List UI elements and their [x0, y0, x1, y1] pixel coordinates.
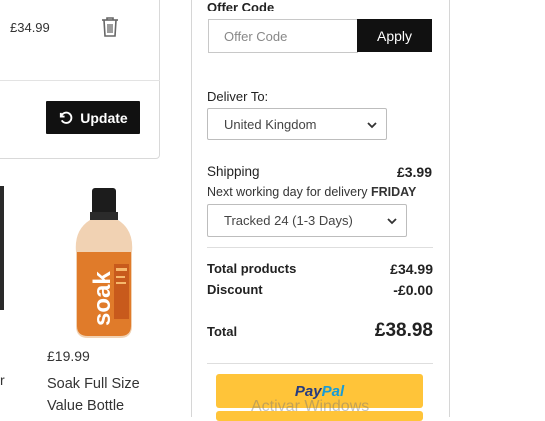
- total-products-label: Total products: [207, 261, 297, 276]
- country-selected-value: United Kingdom: [224, 116, 317, 132]
- partial-product-image: [0, 186, 4, 310]
- product-name-line1: Soak Full Size: [47, 376, 140, 392]
- product-name-line2: Value Bottle: [47, 398, 125, 414]
- product-price: £19.99: [47, 348, 90, 364]
- update-button[interactable]: Update: [46, 101, 140, 134]
- shipping-method-select[interactable]: Tracked 24 (1-3 Days): [207, 204, 407, 237]
- delivery-note-text: Next working day for delivery: [207, 185, 368, 199]
- apply-button[interactable]: Apply: [357, 19, 432, 52]
- discount-label: Discount: [207, 282, 263, 297]
- chevron-down-icon: [387, 218, 397, 225]
- shipping-method-value: Tracked 24 (1-3 Days): [224, 213, 353, 228]
- trash-icon[interactable]: [100, 16, 120, 38]
- refresh-icon: [60, 111, 73, 124]
- delivery-day: FRIDAY: [370, 185, 417, 199]
- partial-product-text: r: [0, 372, 5, 388]
- shipping-value: £3.99: [396, 164, 432, 180]
- total-products-value: £34.99: [390, 261, 433, 277]
- country-select[interactable]: United Kingdom: [207, 108, 387, 140]
- basket-divider: [0, 80, 160, 81]
- divider: [207, 363, 433, 364]
- shipping-label: Shipping: [207, 164, 260, 179]
- panel-border-right: [449, 0, 450, 417]
- total-label: Total: [207, 324, 238, 339]
- offer-code-placeholder: Offer Code: [224, 28, 288, 44]
- paypal-logo-pal: Pal: [321, 382, 345, 400]
- product-name-link[interactable]: Soak Full Size Value Bottle: [47, 373, 167, 417]
- bottle-brand-text: soak: [89, 271, 116, 326]
- paypal-logo-pay: Pay: [294, 382, 322, 400]
- product-image[interactable]: soak: [64, 186, 144, 340]
- panel-border-left: [191, 0, 192, 417]
- discount-value: -£0.00: [393, 282, 433, 298]
- delivery-note: Next working day for delivery FRIDAY: [207, 185, 416, 199]
- offer-code-label: Offer Code: [207, 2, 275, 11]
- chevron-down-icon: [367, 122, 377, 129]
- deliver-to-label: Deliver To:: [207, 89, 269, 104]
- divider: [207, 247, 433, 248]
- total-value: £38.98: [374, 320, 433, 341]
- basket-item-price: £34.99: [10, 20, 50, 35]
- update-label: Update: [80, 109, 128, 126]
- offer-code-input[interactable]: Offer Code: [208, 19, 358, 53]
- windows-activation-watermark: Activar Windows: [251, 398, 370, 415]
